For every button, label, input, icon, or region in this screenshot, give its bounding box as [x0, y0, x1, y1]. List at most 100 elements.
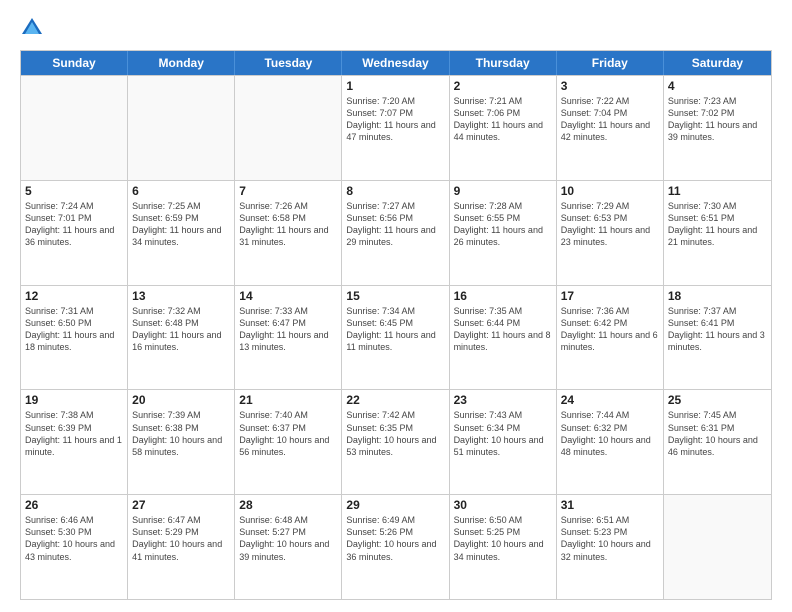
calendar-cell: 11 Sunrise: 7:30 AMSunset: 6:51 PMDayligh… — [664, 181, 771, 285]
cell-info: Sunrise: 7:43 AMSunset: 6:34 PMDaylight:… — [454, 409, 552, 458]
calendar-cell: 2 Sunrise: 7:21 AMSunset: 7:06 PMDaylight… — [450, 76, 557, 180]
cell-info: Sunrise: 7:40 AMSunset: 6:37 PMDaylight:… — [239, 409, 337, 458]
day-number: 8 — [346, 184, 444, 198]
day-number: 29 — [346, 498, 444, 512]
day-number: 22 — [346, 393, 444, 407]
calendar-row: 19 Sunrise: 7:38 AMSunset: 6:39 PMDayligh… — [21, 389, 771, 494]
day-number: 20 — [132, 393, 230, 407]
cell-info: Sunrise: 7:31 AMSunset: 6:50 PMDaylight:… — [25, 305, 123, 354]
cell-info: Sunrise: 7:45 AMSunset: 6:31 PMDaylight:… — [668, 409, 767, 458]
logo — [20, 16, 48, 40]
day-number: 28 — [239, 498, 337, 512]
cell-info: Sunrise: 7:24 AMSunset: 7:01 PMDaylight:… — [25, 200, 123, 249]
day-of-week-header: Saturday — [664, 51, 771, 75]
calendar-cell — [664, 495, 771, 599]
day-number: 3 — [561, 79, 659, 93]
calendar-cell: 24Sunrise: 7:44 AMSunset: 6:32 PMDayligh… — [557, 390, 664, 494]
cell-info: Sunrise: 7:26 AMSunset: 6:58 PMDaylight:… — [239, 200, 337, 249]
calendar-cell: 25 Sunrise: 7:45 AMSunset: 6:31 PMDayligh… — [664, 390, 771, 494]
cell-info: Sunrise: 7:20 AMSunset: 7:07 PMDaylight:… — [346, 95, 444, 144]
day-of-week-header: Wednesday — [342, 51, 449, 75]
calendar-cell: 27 Sunrise: 6:47 AMSunset: 5:29 PMDayligh… — [128, 495, 235, 599]
logo-icon — [20, 16, 44, 40]
calendar-cell: 12 Sunrise: 7:31 AMSunset: 6:50 PMDayligh… — [21, 286, 128, 390]
calendar-cell: 4 Sunrise: 7:23 AMSunset: 7:02 PMDaylight… — [664, 76, 771, 180]
calendar-cell: 6Sunrise: 7:25 AMSunset: 6:59 PMDaylight… — [128, 181, 235, 285]
cell-info: Sunrise: 6:50 AMSunset: 5:25 PMDaylight:… — [454, 514, 552, 563]
cell-info: Sunrise: 7:23 AMSunset: 7:02 PMDaylight:… — [668, 95, 767, 144]
cell-info: Sunrise: 6:47 AMSunset: 5:29 PMDaylight:… — [132, 514, 230, 563]
day-number: 17 — [561, 289, 659, 303]
calendar-cell: 18 Sunrise: 7:37 AMSunset: 6:41 PMDayligh… — [664, 286, 771, 390]
cell-info: Sunrise: 7:33 AMSunset: 6:47 PMDaylight:… — [239, 305, 337, 354]
calendar-row: 12 Sunrise: 7:31 AMSunset: 6:50 PMDayligh… — [21, 285, 771, 390]
day-number: 24 — [561, 393, 659, 407]
cell-info: Sunrise: 7:30 AMSunset: 6:51 PMDaylight:… — [668, 200, 767, 249]
calendar-cell — [128, 76, 235, 180]
day-of-week-header: Friday — [557, 51, 664, 75]
calendar-cell: 15 Sunrise: 7:34 AMSunset: 6:45 PMDayligh… — [342, 286, 449, 390]
day-number: 21 — [239, 393, 337, 407]
day-number: 9 — [454, 184, 552, 198]
cell-info: Sunrise: 7:29 AMSunset: 6:53 PMDaylight:… — [561, 200, 659, 249]
calendar-cell: 10 Sunrise: 7:29 AMSunset: 6:53 PMDayligh… — [557, 181, 664, 285]
calendar-cell: 31 Sunrise: 6:51 AMSunset: 5:23 PMDayligh… — [557, 495, 664, 599]
calendar-cell: 8 Sunrise: 7:27 AMSunset: 6:56 PMDaylight… — [342, 181, 449, 285]
cell-info: Sunrise: 6:48 AMSunset: 5:27 PMDaylight:… — [239, 514, 337, 563]
day-number: 23 — [454, 393, 552, 407]
calendar-cell — [21, 76, 128, 180]
calendar-cell: 29Sunrise: 6:49 AMSunset: 5:26 PMDayligh… — [342, 495, 449, 599]
calendar-row: 5Sunrise: 7:24 AMSunset: 7:01 PMDaylight… — [21, 180, 771, 285]
cell-info: Sunrise: 7:37 AMSunset: 6:41 PMDaylight:… — [668, 305, 767, 354]
calendar-cell: 14 Sunrise: 7:33 AMSunset: 6:47 PMDayligh… — [235, 286, 342, 390]
day-number: 26 — [25, 498, 123, 512]
calendar-body: 1Sunrise: 7:20 AMSunset: 7:07 PMDaylight… — [21, 75, 771, 599]
calendar-row: 1Sunrise: 7:20 AMSunset: 7:07 PMDaylight… — [21, 75, 771, 180]
day-of-week-header: Monday — [128, 51, 235, 75]
cell-info: Sunrise: 7:38 AMSunset: 6:39 PMDaylight:… — [25, 409, 123, 458]
day-number: 11 — [668, 184, 767, 198]
cell-info: Sunrise: 7:39 AMSunset: 6:38 PMDaylight:… — [132, 409, 230, 458]
day-number: 18 — [668, 289, 767, 303]
day-number: 13 — [132, 289, 230, 303]
calendar-cell: 5Sunrise: 7:24 AMSunset: 7:01 PMDaylight… — [21, 181, 128, 285]
day-number: 31 — [561, 498, 659, 512]
header — [20, 16, 772, 40]
day-number: 15 — [346, 289, 444, 303]
day-number: 10 — [561, 184, 659, 198]
cell-info: Sunrise: 6:51 AMSunset: 5:23 PMDaylight:… — [561, 514, 659, 563]
cell-info: Sunrise: 7:36 AMSunset: 6:42 PMDaylight:… — [561, 305, 659, 354]
day-number: 27 — [132, 498, 230, 512]
cell-info: Sunrise: 7:32 AMSunset: 6:48 PMDaylight:… — [132, 305, 230, 354]
calendar-cell: 9Sunrise: 7:28 AMSunset: 6:55 PMDaylight… — [450, 181, 557, 285]
calendar-cell: 30 Sunrise: 6:50 AMSunset: 5:25 PMDayligh… — [450, 495, 557, 599]
day-number: 4 — [668, 79, 767, 93]
day-of-week-header: Thursday — [450, 51, 557, 75]
cell-info: Sunrise: 7:22 AMSunset: 7:04 PMDaylight:… — [561, 95, 659, 144]
cell-info: Sunrise: 7:21 AMSunset: 7:06 PMDaylight:… — [454, 95, 552, 144]
cell-info: Sunrise: 7:35 AMSunset: 6:44 PMDaylight:… — [454, 305, 552, 354]
calendar-cell — [235, 76, 342, 180]
calendar-cell: 13 Sunrise: 7:32 AMSunset: 6:48 PMDayligh… — [128, 286, 235, 390]
calendar-cell: 3 Sunrise: 7:22 AMSunset: 7:04 PMDaylight… — [557, 76, 664, 180]
cell-info: Sunrise: 7:27 AMSunset: 6:56 PMDaylight:… — [346, 200, 444, 249]
day-of-week-header: Tuesday — [235, 51, 342, 75]
day-number: 2 — [454, 79, 552, 93]
calendar-cell: 17 Sunrise: 7:36 AMSunset: 6:42 PMDayligh… — [557, 286, 664, 390]
calendar-cell: 16Sunrise: 7:35 AMSunset: 6:44 PMDayligh… — [450, 286, 557, 390]
page: SundayMondayTuesdayWednesdayThursdayFrid… — [0, 0, 792, 612]
day-number: 19 — [25, 393, 123, 407]
cell-info: Sunrise: 6:46 AMSunset: 5:30 PMDaylight:… — [25, 514, 123, 563]
cell-info: Sunrise: 7:34 AMSunset: 6:45 PMDaylight:… — [346, 305, 444, 354]
calendar-cell: 22Sunrise: 7:42 AMSunset: 6:35 PMDayligh… — [342, 390, 449, 494]
calendar-cell: 20 Sunrise: 7:39 AMSunset: 6:38 PMDayligh… — [128, 390, 235, 494]
calendar-cell: 21 Sunrise: 7:40 AMSunset: 6:37 PMDayligh… — [235, 390, 342, 494]
day-number: 12 — [25, 289, 123, 303]
calendar-cell: 23 Sunrise: 7:43 AMSunset: 6:34 PMDayligh… — [450, 390, 557, 494]
calendar-cell: 7Sunrise: 7:26 AMSunset: 6:58 PMDaylight… — [235, 181, 342, 285]
day-number: 30 — [454, 498, 552, 512]
day-number: 14 — [239, 289, 337, 303]
day-number: 25 — [668, 393, 767, 407]
calendar-header: SundayMondayTuesdayWednesdayThursdayFrid… — [21, 51, 771, 75]
calendar-cell: 19 Sunrise: 7:38 AMSunset: 6:39 PMDayligh… — [21, 390, 128, 494]
